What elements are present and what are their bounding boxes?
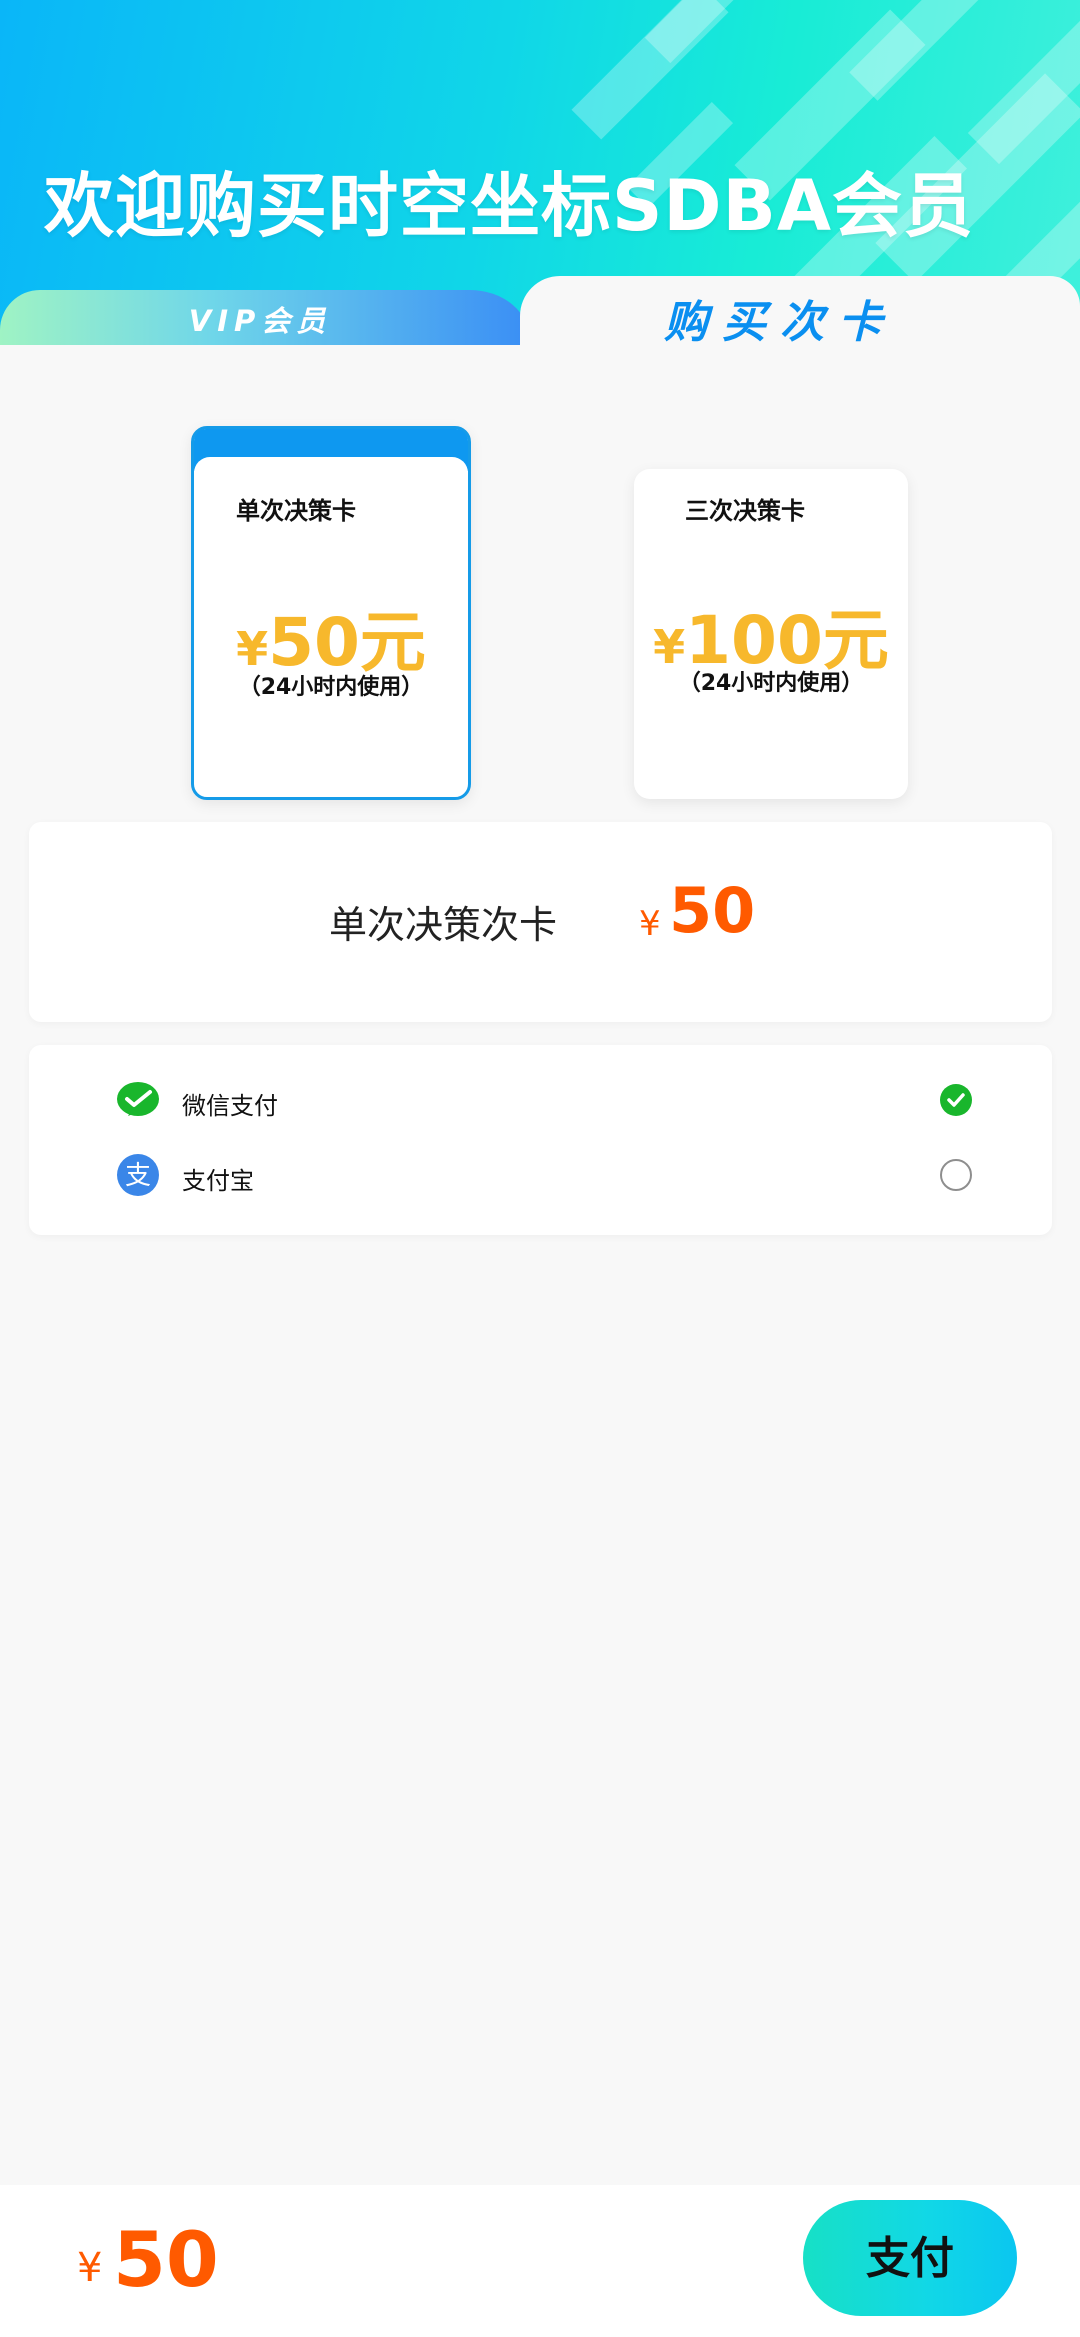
total-amount: 50 xyxy=(113,2215,219,2304)
pay-button[interactable]: 支付 xyxy=(803,2200,1017,2316)
order-summary: 单次决策次卡 ¥ 50 xyxy=(29,822,1052,1022)
card-note: （24小时内使用） xyxy=(678,671,864,696)
bottom-pay-bar: ¥ 50 支付 xyxy=(0,2185,1080,2337)
tab-buy-card[interactable]: 购买次卡 xyxy=(520,276,1080,348)
payment-label: 微信支付 xyxy=(182,1092,278,1120)
payment-option-wechat[interactable]: 微信支付 xyxy=(29,1070,1052,1130)
page-title: 欢迎购买时空坐标SDBA会员 xyxy=(44,165,975,247)
currency-symbol: ¥ xyxy=(77,2245,103,2291)
card-single-decision[interactable]: 单次决策卡 ¥50元 （24小时内使用） xyxy=(191,426,471,800)
radio-unchecked[interactable] xyxy=(940,1159,972,1191)
payment-methods: 微信支付 支 支付宝 xyxy=(29,1045,1052,1235)
check-icon xyxy=(947,1093,965,1107)
card-triple-decision[interactable]: 三次决策卡 ¥100元 （24小时内使用） xyxy=(634,469,908,799)
main-content xyxy=(0,345,1080,2185)
card-name: 三次决策卡 xyxy=(685,497,805,525)
card-note: （24小时内使用） xyxy=(238,675,424,700)
payment-option-alipay[interactable]: 支 支付宝 xyxy=(29,1145,1052,1205)
alipay-icon: 支 xyxy=(117,1154,159,1196)
tab-vip-member[interactable]: VIP会员 xyxy=(0,290,530,346)
tab-buy-card-label: 购买次卡 xyxy=(664,297,896,348)
radio-checked[interactable] xyxy=(940,1084,972,1116)
card-selected-bar xyxy=(194,429,468,485)
svg-text:支: 支 xyxy=(125,1161,151,1191)
currency-symbol: ¥ xyxy=(236,622,269,676)
payment-label: 支付宝 xyxy=(182,1167,254,1195)
summary-amount: 50 xyxy=(669,874,756,947)
summary-item-name: 单次决策次卡 xyxy=(329,903,558,947)
currency-symbol: ¥ xyxy=(639,904,661,944)
tab-vip-member-label: VIP会员 xyxy=(188,304,332,338)
wechat-pay-icon xyxy=(117,1082,159,1116)
card-name: 单次决策卡 xyxy=(236,497,356,525)
